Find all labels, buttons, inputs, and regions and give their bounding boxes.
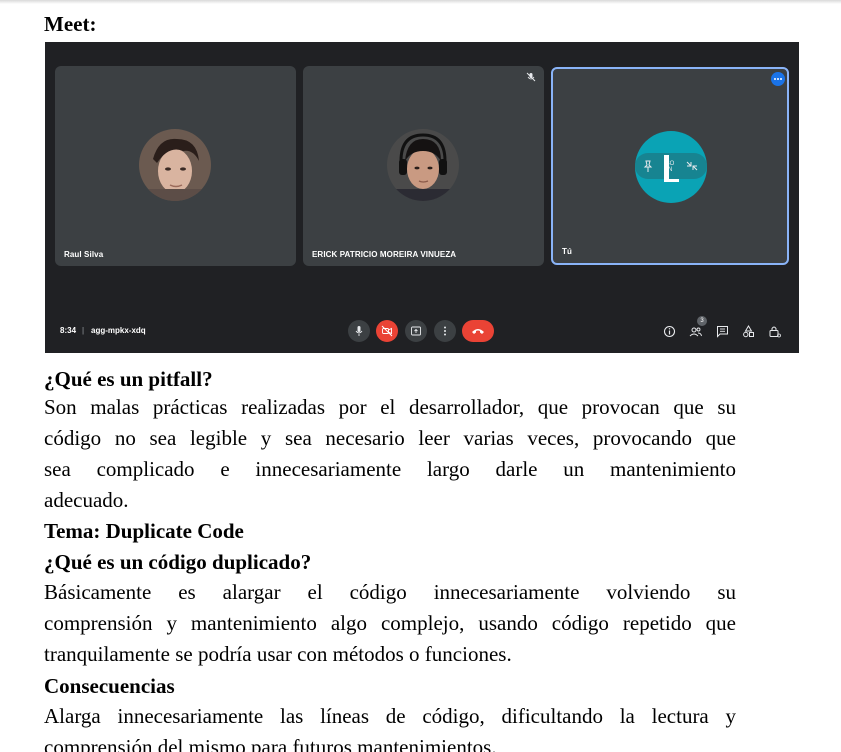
chat-icon[interactable] — [716, 325, 729, 338]
end-call-icon — [472, 329, 484, 334]
text-line: Son malas prácticas realizadas por el de… — [44, 395, 736, 419]
separator: | — [82, 326, 85, 335]
meeting-code: agg-mpkx-xdq — [91, 326, 146, 335]
people-count-badge: 3 — [697, 316, 707, 326]
heading-tema: Tema: Duplicate Code — [44, 519, 244, 543]
text-line: Básicamente es alargar el código inneces… — [44, 580, 736, 604]
heading-pitfall: ¿Qué es un pitfall? — [44, 367, 213, 391]
more-options-icon — [444, 326, 446, 336]
mic-button[interactable] — [348, 320, 370, 342]
participant-name: ERICK PATRICIO MOREIRA VINUEZA — [312, 250, 457, 259]
participant-name: Tú — [562, 247, 572, 256]
paragraph-consecuencias: Alarga innecesariamente las líneas de có… — [44, 701, 736, 752]
meet-screenshot: Raul Silva ERICK PATRICIO MOREIRA VINUEZ… — [45, 42, 799, 353]
participant-name: Raul Silva — [64, 250, 104, 259]
host-controls-icon[interactable] — [768, 325, 781, 338]
activities-icon[interactable] — [742, 325, 755, 338]
info-icon[interactable] — [663, 325, 676, 338]
meeting-time: 8:34 — [60, 326, 77, 335]
mic-icon — [355, 326, 363, 336]
heading-meet: Meet: — [44, 12, 97, 36]
people-icon[interactable] — [689, 325, 702, 338]
text-line: tranquilamente se podría usar con método… — [44, 642, 512, 666]
camera-button[interactable] — [376, 320, 398, 342]
text-line: comprensión y mantenimiento algo complej… — [44, 611, 736, 635]
paragraph-duplicado: Básicamente es alargar el código inneces… — [44, 577, 736, 670]
present-button[interactable] — [405, 320, 427, 342]
present-icon — [411, 326, 421, 336]
avatar — [139, 129, 211, 201]
paragraph-pitfall: Son malas prácticas realizadas por el de… — [44, 392, 736, 516]
end-call-button[interactable] — [462, 320, 494, 342]
text-line: sea complicado e innecesariamente largo … — [44, 457, 736, 481]
participant-tile-erick[interactable]: ERICK PATRICIO MOREIRA VINUEZA — [303, 66, 544, 266]
participant-tile-self[interactable]: ISO EN Tú — [551, 67, 789, 265]
camera-off-icon — [381, 325, 393, 337]
top-shadow-bar — [0, 0, 841, 4]
more-options-icon[interactable] — [771, 72, 785, 86]
mic-off-icon — [526, 72, 536, 82]
avatar — [387, 129, 459, 201]
heading-duplicado: ¿Qué es un código duplicado? — [44, 550, 312, 574]
self-avatar: ISO EN — [635, 131, 707, 203]
text-line: adecuado. — [44, 488, 129, 512]
text-line: Alarga innecesariamente las líneas de có… — [44, 704, 736, 728]
text-line: comprensión del mismo para futuros mante… — [44, 735, 497, 752]
participant-tile-raul[interactable]: Raul Silva — [55, 66, 296, 266]
text-line: código no sea legible y sea necesario le… — [44, 426, 736, 450]
meet-control-bar: 8:34 | agg-mpkx-xdq 3 — [45, 316, 799, 344]
heading-consecuencias: Consecuencias — [44, 674, 175, 698]
avatar-letter — [664, 155, 679, 182]
more-options-button[interactable] — [434, 320, 456, 342]
